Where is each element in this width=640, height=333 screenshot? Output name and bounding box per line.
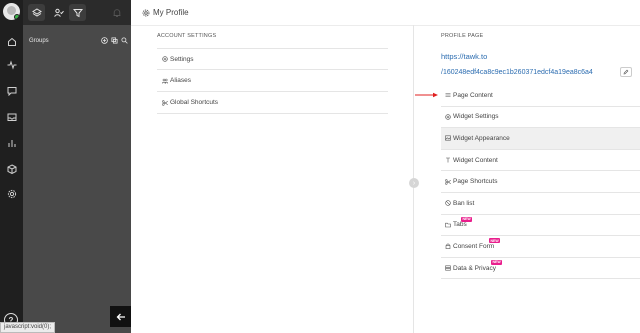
profile-item-label: Widget Appearance [453,134,510,142]
activity-icon[interactable] [5,58,18,71]
new-badge: NEW [461,216,473,222]
profile-item-widget-settings[interactable]: Widget Settings [441,107,640,129]
groups-label: Groups [29,38,49,44]
profile-item-widget-content[interactable]: Widget Content [441,150,640,172]
profile-item-widget-appearance[interactable]: Widget Appearance [441,128,640,150]
lock-icon [445,244,451,250]
inbox-icon[interactable] [5,110,18,123]
account-settings-list: Settings Aliases Global Shortcuts [157,48,388,114]
add-group-icon[interactable] [100,36,108,44]
search-icon[interactable] [120,36,128,44]
notifications-bell-icon[interactable] [108,4,125,21]
profile-item-data-privacy[interactable]: Data & Privacy NEW [441,258,640,280]
groups-panel: Groups [23,0,131,333]
profile-item-label: Page Content [453,91,493,99]
account-item-settings[interactable]: Settings [157,48,388,70]
gear-icon [142,9,150,16]
reports-icon[interactable] [5,136,18,149]
database-icon [445,265,451,271]
box-icon[interactable] [5,162,18,175]
account-item-label: Settings [170,55,194,63]
profile-item-label: Tabs [453,221,467,229]
profile-url-line1[interactable]: https://tawk.to [441,52,487,61]
account-item-label: Aliases [170,77,191,84]
new-badge: NEW [489,238,501,244]
profile-item-label: Consent Form [453,242,495,250]
text-icon [446,157,450,163]
collapse-circle-button[interactable]: › [409,178,419,188]
image-icon [445,135,451,141]
new-badge: NEW [491,259,503,265]
status-bar-url: javascript:void(0); [0,322,56,333]
home-icon[interactable] [5,35,18,48]
avatar[interactable] [3,3,20,20]
account-item-label: Global Shortcuts [170,99,219,106]
annotation-arrow [415,92,438,98]
settings-icon[interactable] [5,187,18,200]
profile-item-consent-form[interactable]: Consent Form NEW [441,236,640,258]
groups-actions [100,36,128,44]
ban-icon [445,200,451,206]
user-check-button[interactable] [50,4,67,21]
profile-item-label: Widget Content [453,156,498,164]
profile-item-tabs[interactable]: Tabs NEW [441,215,640,237]
account-item-global-shortcuts[interactable]: Global Shortcuts [157,92,388,114]
scissors-icon [162,99,168,106]
edit-url-button[interactable] [620,67,632,77]
profile-page-list: Page Content Widget Settings Widget Appe… [441,85,640,280]
collapse-panel-button[interactable] [110,306,131,327]
profile-item-ban-list[interactable]: Ban list [441,193,640,215]
profile-item-label: Widget Settings [453,113,499,121]
header-divider [131,25,640,26]
gear-icon [162,56,168,62]
chat-icon[interactable] [5,84,18,97]
layers-button[interactable] [28,4,45,21]
scissors-icon [445,178,451,185]
profile-page-title: PROFILE PAGE [441,33,484,39]
account-settings-title: ACCOUNT SETTINGS [157,33,217,39]
users-icon [162,78,168,84]
profile-item-label: Ban list [453,199,475,207]
pencil-icon [623,69,629,75]
left-rail: ? [0,0,23,333]
account-item-aliases[interactable]: Aliases [157,70,388,92]
profile-item-page-shortcuts[interactable]: Page Shortcuts [441,171,640,193]
profile-item-label: Page Shortcuts [453,178,498,186]
copy-icon[interactable] [110,36,118,44]
profile-item-label: Data & Privacy [453,264,496,272]
lines-icon [445,93,451,98]
gear-icon [445,114,451,120]
page-title: My Profile [142,8,189,17]
filter-button[interactable] [69,4,86,21]
profile-item-page-content[interactable]: Page Content [441,85,640,107]
folder-icon [445,222,451,228]
profile-url-line2[interactable]: /160248edf4ca8c9ec1b260371edcf4a19ea8c6a… [441,69,593,76]
page-title-text: My Profile [153,8,189,17]
online-status-dot [14,14,20,20]
